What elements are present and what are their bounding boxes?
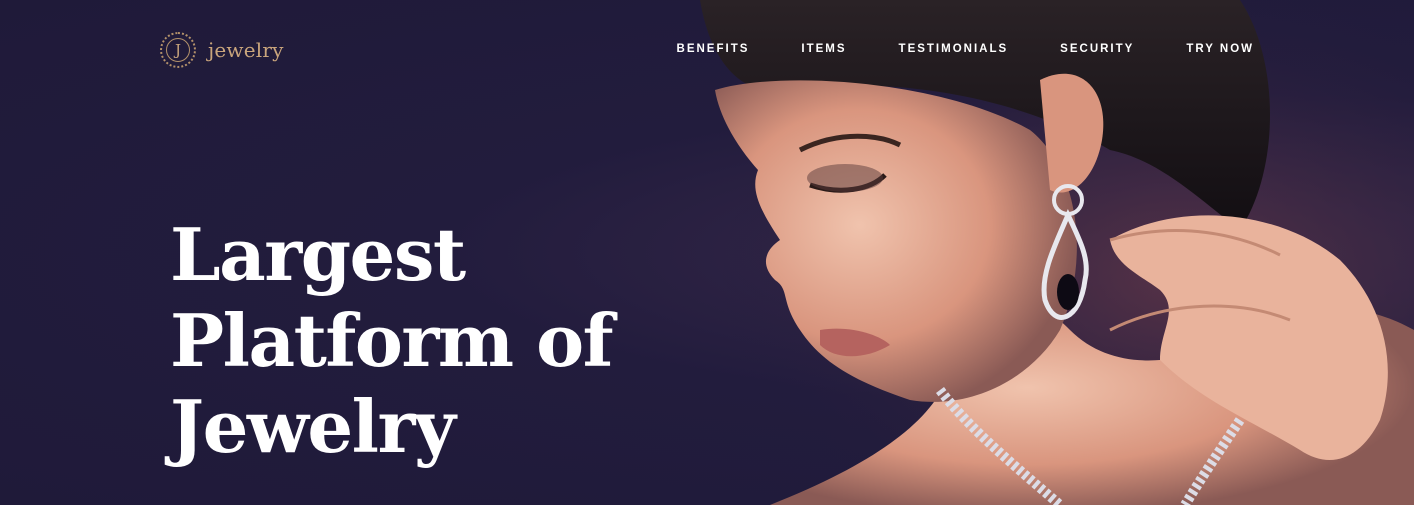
brand-logo[interactable]: J jewelry (160, 32, 284, 68)
nav-testimonials[interactable]: TESTIMONIALS (899, 43, 1009, 55)
hero-section: J jewelry BENEFITS ITEMS TESTIMONIALS SE… (0, 0, 1414, 505)
brand-name: jewelry (208, 38, 284, 62)
hero-headline: Largest Platform of Jewelry (170, 212, 614, 469)
nav-try-now[interactable]: TRY NOW (1186, 43, 1254, 55)
nav-security[interactable]: SECURITY (1060, 43, 1134, 55)
hero-model-image (640, 0, 1414, 505)
main-nav: BENEFITS ITEMS TESTIMONIALS SECURITY TRY… (677, 43, 1254, 55)
logo-letter: J (174, 41, 181, 59)
nav-items[interactable]: ITEMS (801, 43, 846, 55)
nav-benefits[interactable]: BENEFITS (677, 43, 750, 55)
logo-icon: J (160, 32, 196, 68)
